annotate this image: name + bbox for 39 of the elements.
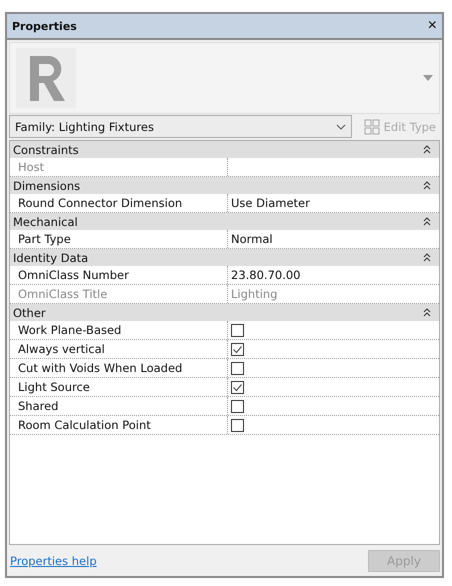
- property-label: Light Source: [10, 378, 228, 396]
- property-value[interactable]: Normal: [231, 232, 273, 246]
- r-logo-icon: [16, 46, 76, 110]
- collapse-icon[interactable]: [423, 181, 431, 190]
- checkbox[interactable]: [231, 324, 244, 336]
- property-label: Shared: [10, 397, 228, 415]
- checkbox[interactable]: [231, 418, 244, 432]
- property-label: OmniClass Title: [10, 285, 228, 303]
- group-header[interactable]: Mechanical: [10, 213, 439, 230]
- group-header[interactable]: Dimensions: [10, 177, 439, 194]
- property-label: Round Connector Dimension: [10, 194, 228, 212]
- checkbox[interactable]: [231, 342, 244, 356]
- property-label: Work Plane-Based: [10, 321, 228, 339]
- close-button[interactable]: ×: [426, 17, 439, 35]
- group-header[interactable]: Constraints: [10, 141, 439, 158]
- collapse-icon[interactable]: [423, 145, 431, 154]
- group-header[interactable]: Other: [10, 304, 439, 321]
- property-label: Room Calculation Point: [10, 416, 228, 434]
- property-value[interactable]: Use Diameter: [231, 196, 310, 210]
- dropdown-arrow-icon[interactable]: [423, 75, 433, 81]
- properties-help-link[interactable]: Properties help: [10, 554, 97, 568]
- checkbox[interactable]: [231, 380, 244, 394]
- checkbox[interactable]: [231, 362, 244, 374]
- collapse-icon[interactable]: [423, 308, 431, 317]
- property-label: Host: [10, 158, 228, 176]
- chevron-down-icon[interactable]: [336, 124, 346, 130]
- grid-icon: [364, 118, 380, 134]
- type-preview[interactable]: [9, 42, 440, 114]
- group-header[interactable]: Identity Data: [10, 249, 439, 266]
- property-label: Cut with Voids When Loaded: [10, 359, 228, 377]
- collapse-icon[interactable]: [423, 217, 431, 226]
- property-label: Part Type: [10, 230, 228, 248]
- collapse-icon[interactable]: [423, 253, 431, 262]
- family-dropdown[interactable]: Family: Lighting Fixtures: [9, 115, 352, 138]
- property-label: OmniClass Number: [10, 266, 228, 284]
- property-label: Always vertical: [10, 340, 228, 358]
- window-title: Properties: [12, 20, 77, 32]
- property-value[interactable]: 23.80.70.00: [231, 268, 300, 282]
- checkbox[interactable]: [231, 400, 244, 412]
